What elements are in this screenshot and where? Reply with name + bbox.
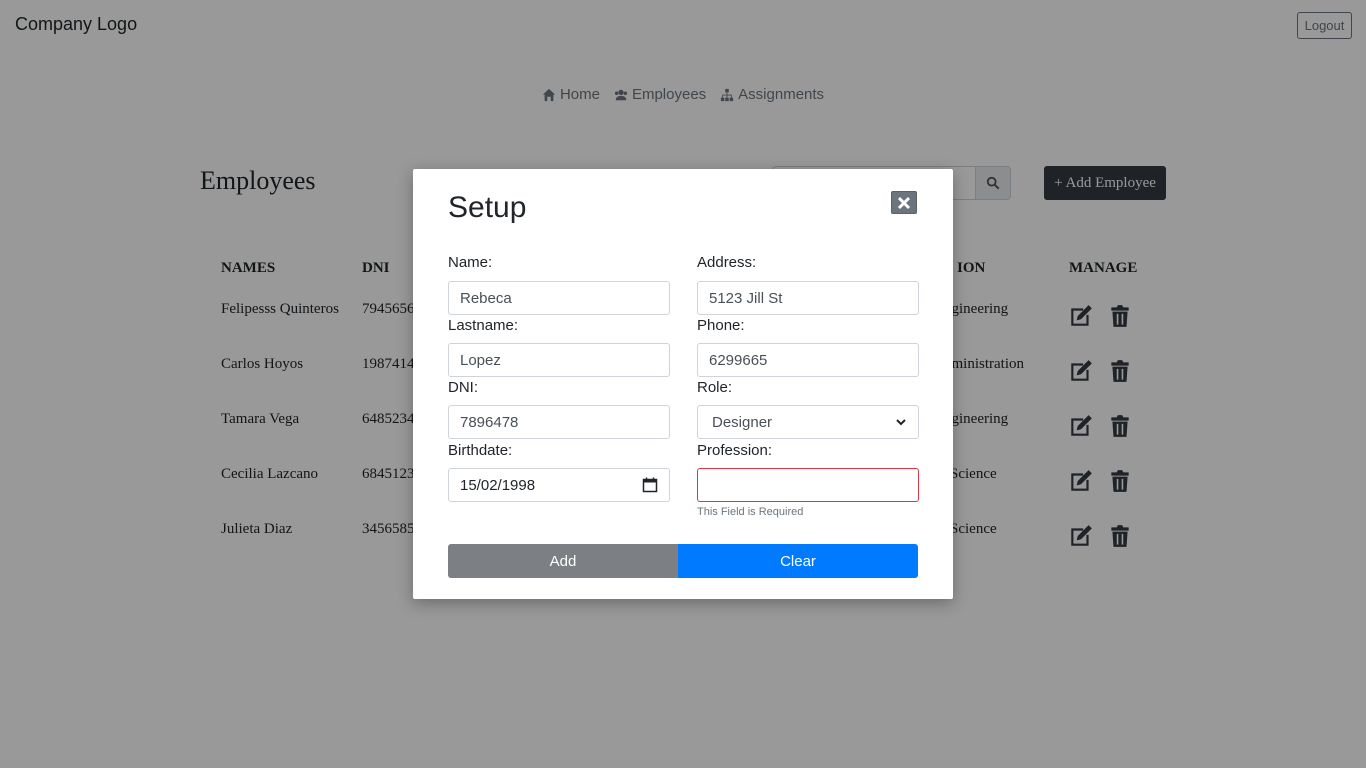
chevron-down-icon [896,419,906,426]
lastname-input[interactable]: Lopez [448,343,670,377]
birthdate-input[interactable]: 15/02/1998 [448,468,670,502]
role-select[interactable]: Designer [697,405,919,439]
name-label: Name: [448,254,493,271]
lastname-label: Lastname: [448,317,519,334]
name-input[interactable]: Rebeca [448,281,670,315]
setup-modal: Setup Name: Rebeca Address: 5123 Jill St… [413,169,953,599]
address-value: 5123 Jill St [709,289,783,307]
name-value: Rebeca [460,289,512,307]
lastname-value: Lopez [460,351,501,369]
phone-input[interactable]: 6299665 [697,343,919,377]
role-value: Designer [712,413,773,431]
role-label: Role: [697,379,733,396]
dni-label: DNI: [448,379,478,396]
close-icon [897,196,911,209]
dni-value: 7896478 [460,413,519,431]
birthdate-label: Birthdate: [448,442,513,459]
birthdate-value: 15/02/1998 [460,476,536,494]
close-button[interactable] [891,191,917,214]
add-button[interactable]: Add [448,544,678,578]
address-input[interactable]: 5123 Jill St [697,281,919,315]
phone-value: 6299665 [709,351,768,369]
profession-input[interactable] [697,468,919,502]
profession-label: Profession: [697,442,773,459]
calendar-icon[interactable] [642,477,658,493]
address-label: Address: [697,254,757,271]
dni-input[interactable]: 7896478 [448,405,670,439]
modal-title: Setup [448,191,527,224]
clear-button[interactable]: Clear [678,544,918,578]
profession-error-message: This Field is Required [697,506,804,518]
phone-label: Phone: [697,317,745,334]
